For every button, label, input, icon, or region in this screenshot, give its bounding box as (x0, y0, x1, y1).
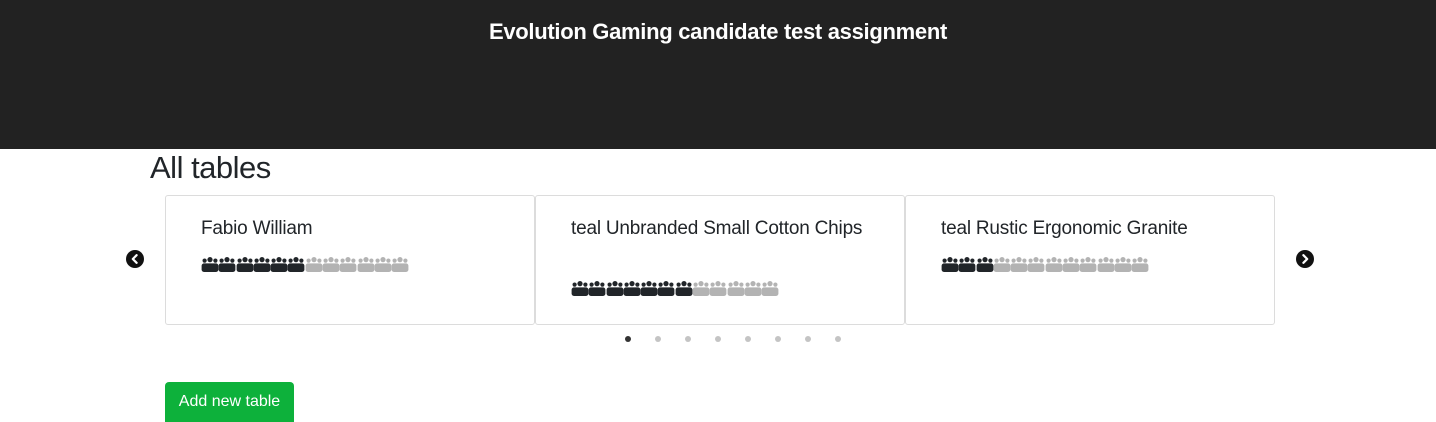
seat-free-icon (391, 256, 409, 274)
carousel-dot[interactable] (655, 336, 661, 342)
seat-free-icon (1062, 256, 1080, 274)
seat-occupied-icon (941, 256, 959, 274)
seats-indicator (201, 256, 409, 274)
seat-occupied-icon (958, 256, 976, 274)
seat-occupied-icon (640, 280, 658, 298)
seat-occupied-icon (976, 256, 993, 274)
table-name: Fabio William (201, 218, 313, 239)
carousel-dot[interactable] (835, 336, 841, 342)
seat-free-icon (374, 256, 392, 274)
seat-free-icon (993, 256, 1011, 274)
seats-indicator (941, 256, 1149, 274)
carousel-dot[interactable] (625, 336, 631, 342)
seat-occupied-icon (253, 256, 271, 274)
carousel-dot[interactable] (715, 336, 721, 342)
seat-free-icon (322, 256, 340, 274)
app-title: Evolution Gaming candidate test assignme… (488, 19, 948, 44)
seat-occupied-icon (571, 280, 589, 298)
seat-free-icon (1079, 256, 1097, 274)
table-name: teal Unbranded Small Cotton Chips (571, 218, 863, 239)
seat-free-icon (305, 256, 323, 274)
seat-free-icon (1027, 256, 1045, 274)
seat-free-icon (1114, 256, 1132, 274)
seat-occupied-icon (675, 280, 693, 298)
app-header: Evolution Gaming candidate test assignme… (0, 0, 1436, 149)
seat-occupied-icon (218, 256, 236, 274)
seat-occupied-icon (606, 280, 623, 298)
carousel-next-button[interactable] (1296, 250, 1314, 268)
seat-free-icon (1097, 256, 1115, 274)
seat-free-icon (744, 280, 762, 298)
chevron-right-circle-icon (1302, 254, 1309, 264)
table-card[interactable]: teal Unbranded Small Cotton Chips (535, 195, 905, 325)
seat-free-icon (1045, 256, 1063, 274)
table-name: teal Rustic Ergonomic Granite (941, 218, 1188, 239)
table-card[interactable]: teal Rustic Ergonomic Granite (905, 195, 1275, 325)
seat-occupied-icon (236, 256, 253, 274)
carousel-dot[interactable] (745, 336, 751, 342)
tables-carousel: Fabio William teal Unbranded Small Cotto… (165, 195, 1275, 325)
seat-free-icon (761, 280, 779, 298)
seats-indicator (571, 280, 779, 298)
seat-free-icon (727, 280, 745, 298)
carousel-dot[interactable] (805, 336, 811, 342)
add-new-table-button[interactable]: Add new table (165, 382, 294, 422)
seat-occupied-icon (588, 280, 606, 298)
chevron-left-circle-icon (131, 254, 138, 264)
page-title: All tables (150, 150, 271, 185)
seat-free-icon (692, 280, 710, 298)
seat-occupied-icon (623, 280, 641, 298)
carousel-dot[interactable] (775, 336, 781, 342)
carousel-dot[interactable] (685, 336, 691, 342)
seat-free-icon (339, 256, 357, 274)
seat-free-icon (357, 256, 375, 274)
carousel-prev-button[interactable] (126, 250, 144, 268)
table-card[interactable]: Fabio William (165, 195, 535, 325)
seat-occupied-icon (201, 256, 219, 274)
seat-free-icon (1131, 256, 1149, 274)
seat-occupied-icon (657, 280, 675, 298)
carousel-pagination (625, 336, 865, 342)
seat-occupied-icon (270, 256, 288, 274)
seat-free-icon (1010, 256, 1028, 274)
seat-free-icon (709, 280, 727, 298)
seat-occupied-icon (287, 256, 305, 274)
